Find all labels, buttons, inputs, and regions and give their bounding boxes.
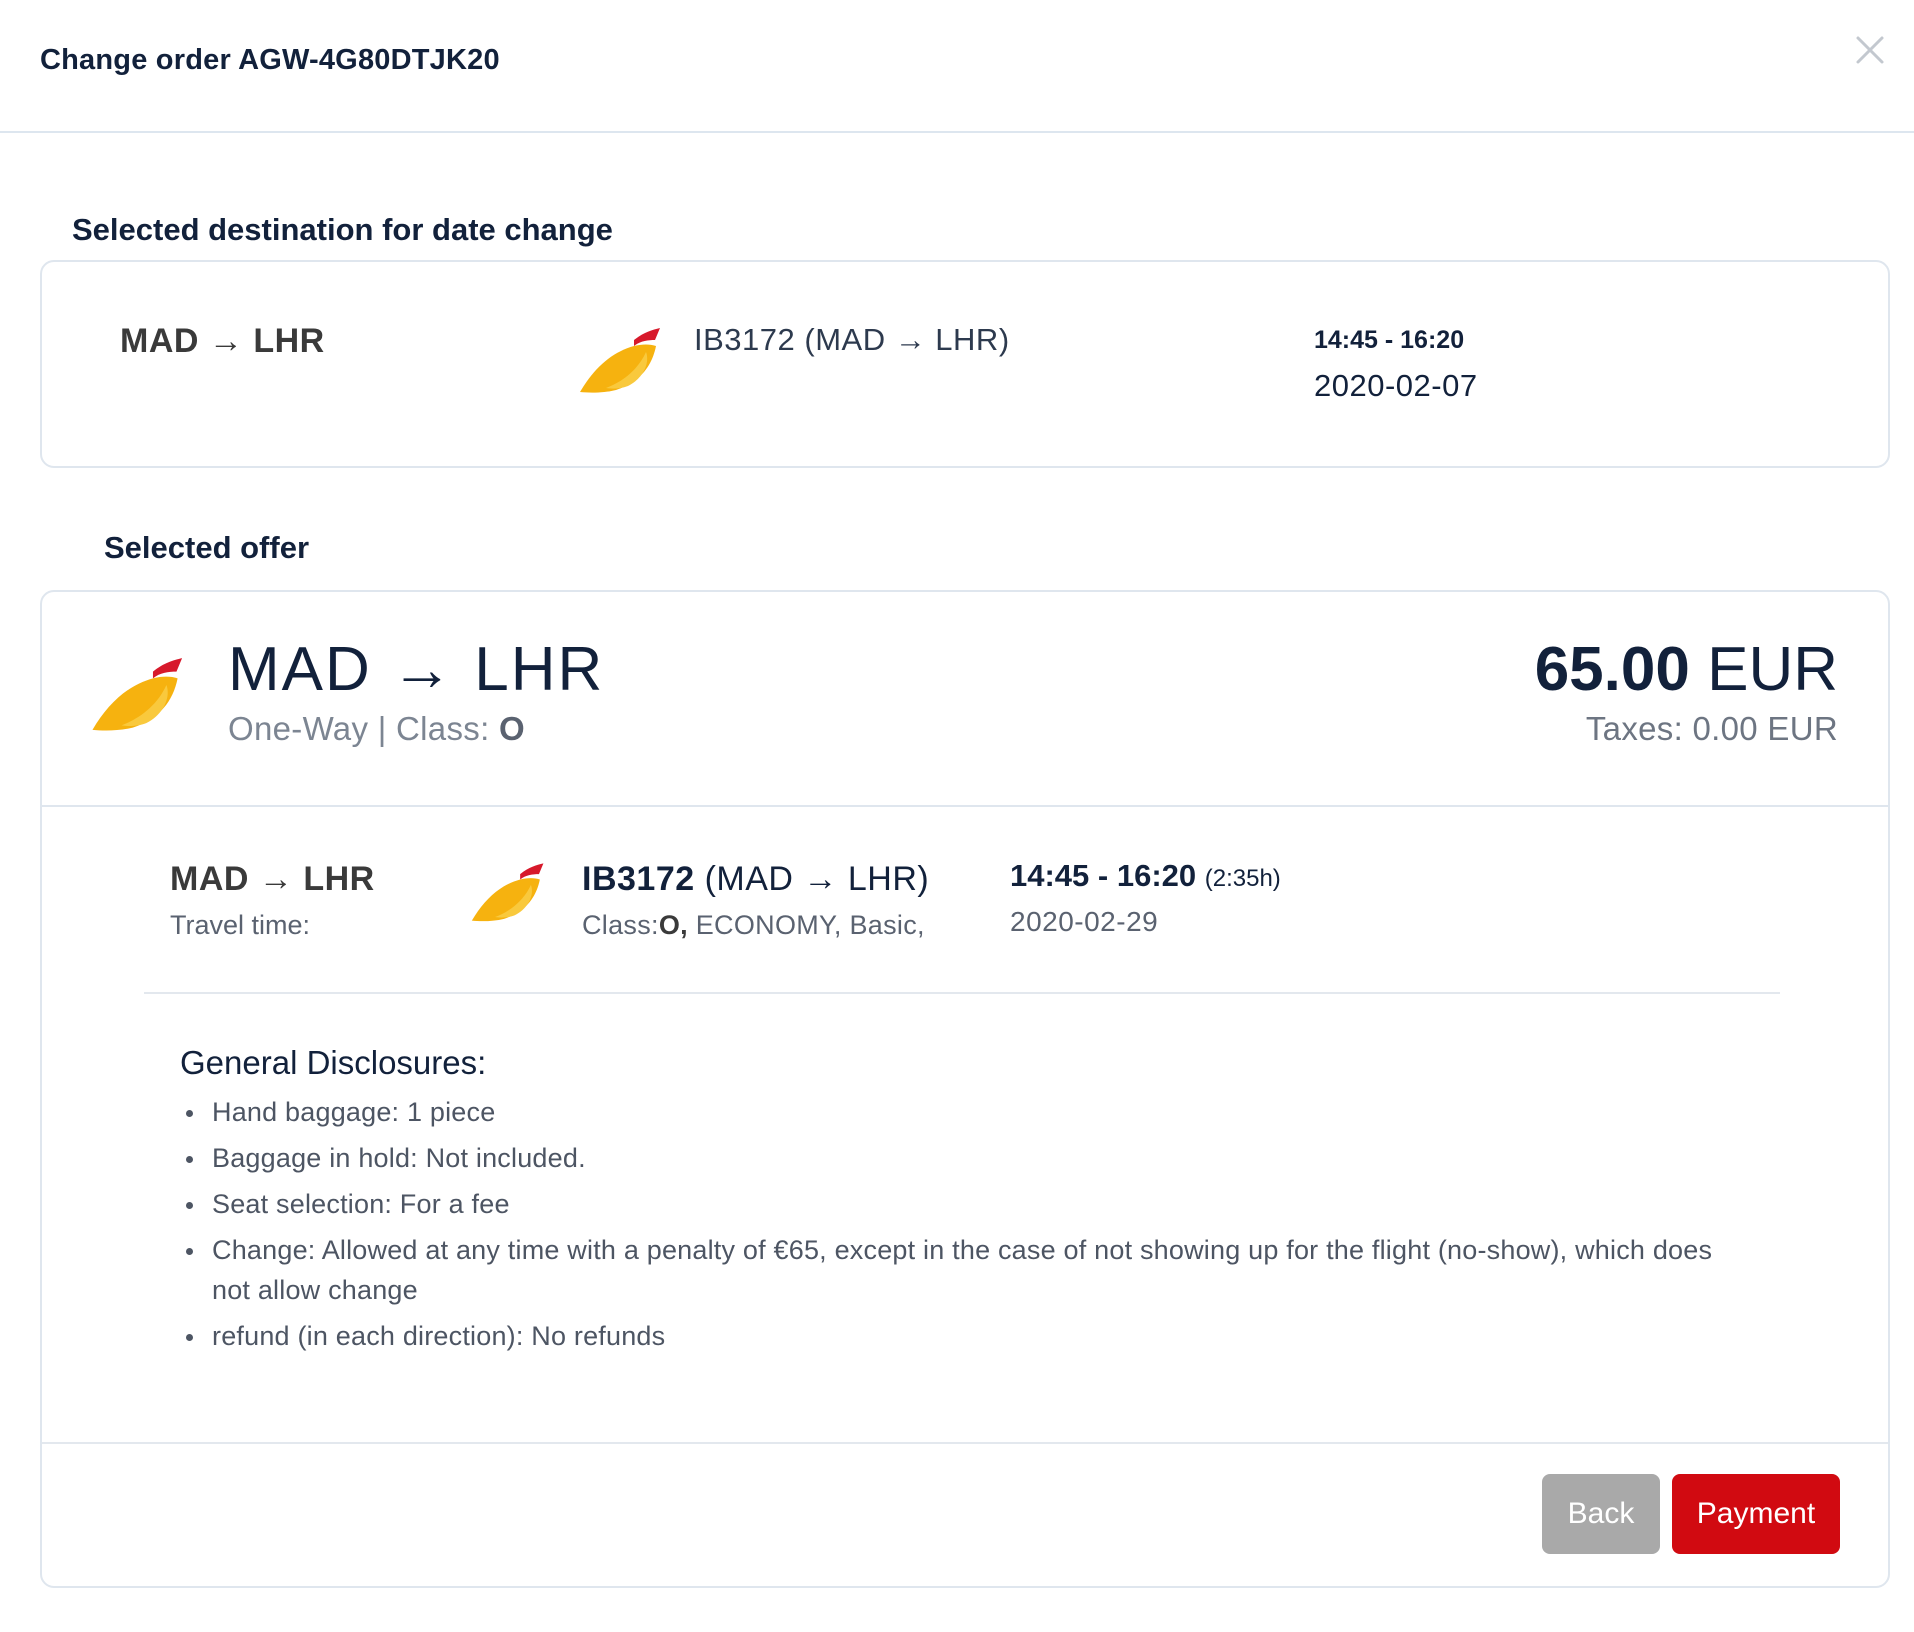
destination-date: 2020-02-07: [1314, 368, 1478, 403]
disclosure-item: Seat selection: For a fee: [180, 1184, 1720, 1224]
destination-route: MAD → LHR: [120, 322, 325, 360]
segment-date: 2020-02-29: [1010, 906, 1159, 937]
close-button[interactable]: [1848, 28, 1892, 72]
disclosures-title: General Disclosures:: [180, 1044, 487, 1081]
airline-logo-icon: [92, 658, 183, 731]
offer-price-currency: EUR: [1689, 635, 1838, 704]
close-icon: [1856, 36, 1884, 64]
segment-duration: (2:35h): [1204, 865, 1281, 892]
segment-class-code: O,: [658, 910, 688, 940]
disclosures-list: Hand baggage: 1 piece Baggage in hold: N…: [180, 1092, 1720, 1362]
segment-route: MAD → LHR: [170, 860, 375, 898]
offer-section-title: Selected offer: [104, 530, 310, 565]
segment-time-range: 14:45 - 16:20: [1010, 858, 1197, 893]
offer-header: MAD → LHR One-Way | Class: O 65.00 EUR T…: [42, 592, 1888, 807]
payment-button[interactable]: Payment: [1672, 1474, 1840, 1554]
disclosure-item: Hand baggage: 1 piece: [180, 1092, 1720, 1132]
segment-flight-number: IB3172: [582, 860, 695, 898]
modal-title: Change order AGW-4G80DTJK20: [40, 44, 500, 76]
disclosure-item: Baggage in hold: Not included.: [180, 1138, 1720, 1178]
destination-times: 14:45 - 16:20: [1314, 326, 1465, 354]
segment-flight-route: (MAD → LHR): [694, 860, 930, 898]
airline-logo-icon: [471, 863, 544, 922]
disclosure-item: Change: Allowed at any time with a penal…: [180, 1230, 1720, 1310]
segment-times: 14:45 - 16:20 (2:35h): [1010, 858, 1281, 894]
airline-logo-icon: [580, 328, 660, 393]
segment-travel-time: Travel time:: [170, 910, 311, 940]
destination-flight: IB3172 (MAD → LHR): [694, 322, 1010, 357]
footer-divider: [42, 1442, 1888, 1444]
back-button[interactable]: Back: [1542, 1474, 1660, 1554]
segment-class-label: Class:: [582, 910, 659, 940]
offer-taxes: Taxes: 0.00 EUR: [1585, 710, 1838, 747]
destination-card: MAD → LHR IB3172 (MAD → LHR) 14:45 - 16:…: [40, 260, 1890, 468]
modal-header: Change order AGW-4G80DTJK20: [0, 0, 1914, 133]
segment-flight: IB3172 (MAD → LHR): [582, 860, 929, 899]
offer-class-code: O: [499, 710, 525, 747]
segment-class-details: ECONOMY, Basic,: [687, 910, 925, 940]
offer-price: 65.00 EUR: [1535, 634, 1838, 705]
offer-card: MAD → LHR One-Way | Class: O 65.00 EUR T…: [40, 590, 1890, 1588]
offer-route: MAD → LHR: [228, 635, 605, 704]
offer-trip-type: One-Way | Class: O: [228, 710, 525, 748]
offer-trip-type-label: One-Way | Class:: [228, 710, 500, 747]
segment-class: Class:O, ECONOMY, Basic,: [582, 910, 925, 941]
offer-price-amount: 65.00: [1534, 635, 1690, 704]
disclosure-item: refund (in each direction): No refunds: [180, 1316, 1720, 1356]
segment-divider: [144, 992, 1780, 994]
destination-section-title: Selected destination for date change: [72, 212, 613, 247]
